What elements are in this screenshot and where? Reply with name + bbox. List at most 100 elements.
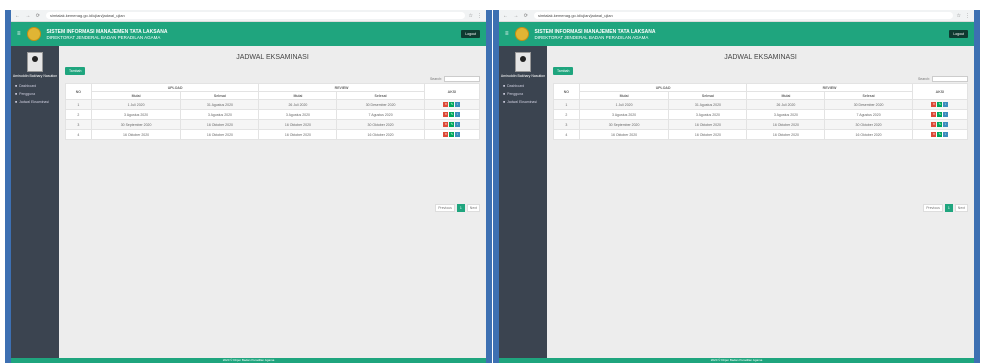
edit-button[interactable]: ✎ [449, 102, 455, 107]
col-no[interactable]: NO [553, 83, 580, 100]
view-button[interactable]: i [455, 112, 461, 117]
kemenag-logo [514, 27, 529, 41]
table-row: 4 16 Oktober 2020 16 Oktober 2020 16 Okt… [65, 129, 481, 140]
browser-toolbar: ← → ⟳ simtalak.kemenag.go.id/ujian/jadwa… [11, 10, 486, 22]
pagination-next[interactable]: Next [466, 204, 480, 212]
user-name: Amiruddin Bakhary Nasution [500, 74, 546, 78]
sidebar-item-jadwal[interactable]: ■ Jadwal Eksaminasi [11, 98, 59, 106]
edit-button[interactable]: ✎ [937, 122, 943, 127]
app-window: ← → ⟳ simtalak.kemenag.go.id/ujian/jadwa… [499, 10, 974, 363]
avatar [27, 52, 43, 72]
hamburger-icon[interactable]: ≡ [17, 31, 21, 37]
user-icon: ■ [15, 92, 18, 96]
nav-arrows-icon[interactable]: ← → ⟳ [503, 13, 530, 19]
star-icon[interactable]: ☆ [469, 13, 473, 19]
user-name: Amiruddin Bakhary Nasution [12, 74, 58, 78]
app-header: ≡ SISTEM INFORMASI MANAJEMEN TATA LAKSAN… [499, 22, 974, 46]
col-upload-mulai[interactable]: Mulai [578, 91, 670, 100]
sidebar-item-jadwal[interactable]: ■ Jadwal Eksaminasi [499, 98, 547, 106]
col-aksi: AKSI [911, 83, 969, 100]
table-row: 2 3 Agustus 2020 3 Agustus 2020 3 Agustu… [553, 109, 969, 120]
pagination-previous[interactable]: Previous [923, 204, 943, 212]
menu-dots-icon[interactable]: ⋮ [965, 13, 970, 19]
search-input[interactable] [444, 76, 480, 82]
delete-button[interactable]: ✕ [931, 112, 937, 117]
menu-dots-icon[interactable]: ⋮ [477, 13, 482, 19]
schedule-table: NO UPLOAD REVIEW AKSI Mulai Selesai Mula… [65, 83, 481, 140]
pagination: Previous 1 Next [435, 204, 480, 212]
browser-tools: ☆ ⋮ [957, 13, 970, 19]
pagination-previous[interactable]: Previous [435, 204, 455, 212]
view-button[interactable]: i [455, 122, 461, 127]
pagination-page[interactable]: 1 [456, 204, 465, 212]
col-review-mulai[interactable]: Mulai [746, 91, 826, 100]
sidebar-item-pengguna[interactable]: ■ Pengguna [499, 90, 547, 98]
dashboard-icon: ■ [15, 84, 18, 88]
sidebar-item-pengguna[interactable]: ■ Pengguna [11, 90, 59, 98]
col-review-selesai[interactable]: Selesai [336, 91, 425, 100]
star-icon[interactable]: ☆ [957, 13, 961, 19]
col-upload-selesai[interactable]: Selesai [180, 91, 260, 100]
delete-button[interactable]: ✕ [931, 122, 937, 127]
pagination-next[interactable]: Next [954, 204, 968, 212]
delete-button[interactable]: ✕ [931, 102, 937, 107]
search-area: Search: [430, 76, 480, 82]
view-button[interactable]: i [943, 112, 949, 117]
calendar-icon: ■ [503, 100, 506, 104]
calendar-icon: ■ [15, 100, 18, 104]
nav-arrows-icon[interactable]: ← → ⟳ [15, 13, 42, 19]
edit-button[interactable]: ✎ [937, 132, 943, 137]
address-bar[interactable]: simtalak.kemenag.go.id/ujian/jadwal_ujia… [45, 12, 465, 19]
logout-button[interactable]: Logout [949, 30, 968, 38]
delete-button[interactable]: ✕ [443, 102, 449, 107]
edit-button[interactable]: ✎ [449, 132, 455, 137]
pagination: Previous 1 Next [923, 204, 968, 212]
logout-button[interactable]: Logout [461, 30, 480, 38]
delete-button[interactable]: ✕ [443, 132, 449, 137]
main-content: JADWAL EKSAMINASI Tambah Search: NO UPLO… [59, 46, 486, 363]
table-row: 2 3 Agustus 2020 3 Agustus 2020 3 Agustu… [65, 109, 481, 120]
col-upload: UPLOAD [578, 83, 748, 92]
edit-button[interactable]: ✎ [449, 112, 455, 117]
hamburger-icon[interactable]: ≡ [505, 31, 509, 37]
view-button[interactable]: i [943, 122, 949, 127]
col-upload-mulai[interactable]: Mulai [90, 91, 182, 100]
view-button[interactable]: i [943, 102, 949, 107]
search-area: Search: [918, 76, 968, 82]
view-button[interactable]: i [455, 132, 461, 137]
sidebar-item-dashboard[interactable]: ■ Dashboard [499, 82, 547, 90]
table-row: 4 16 Oktober 2020 16 Oktober 2020 16 Okt… [553, 129, 969, 140]
page-title: JADWAL EKSAMINASI [724, 54, 797, 61]
app-header: ≡ SISTEM INFORMASI MANAJEMEN TATA LAKSAN… [11, 22, 486, 46]
edit-button[interactable]: ✎ [937, 112, 943, 117]
table-row: 1 1 Juli 2020 31 Agustus 2020 26 Juli 20… [65, 99, 481, 110]
pagination-page[interactable]: 1 [944, 204, 953, 212]
edit-button[interactable]: ✎ [937, 102, 943, 107]
edit-button[interactable]: ✎ [449, 122, 455, 127]
sidebar: Amiruddin Bakhary Nasution ■ Dashboard ■ P… [11, 46, 59, 363]
col-review-selesai[interactable]: Selesai [824, 91, 913, 100]
view-button[interactable]: i [455, 102, 461, 107]
page-title: JADWAL EKSAMINASI [236, 54, 309, 61]
footer: 2020 © Dirjen Badan Peradilan Agama [11, 358, 486, 363]
browser-tools: ☆ ⋮ [469, 13, 482, 19]
col-review: REVIEW [258, 83, 425, 92]
browser-toolbar: ← → ⟳ simtalak.kemenag.go.id/ujian/jadwa… [499, 10, 974, 22]
col-aksi: AKSI [423, 83, 481, 100]
kemenag-logo [26, 27, 41, 41]
col-review-mulai[interactable]: Mulai [258, 91, 338, 100]
add-button[interactable]: Tambah [65, 67, 86, 75]
delete-button[interactable]: ✕ [443, 112, 449, 117]
col-no[interactable]: NO [65, 83, 92, 100]
app-subtitle: DIREKTORAT JENDERAL BADAN PERADILAN AGAM… [46, 34, 161, 40]
delete-button[interactable]: ✕ [931, 132, 937, 137]
add-button[interactable]: Tambah [553, 67, 574, 75]
col-upload-selesai[interactable]: Selesai [668, 91, 748, 100]
delete-button[interactable]: ✕ [443, 122, 449, 127]
sidebar-item-dashboard[interactable]: ■ Dashboard [11, 82, 59, 90]
view-button[interactable]: i [943, 132, 949, 137]
main-content: JADWAL EKSAMINASI Tambah Search: NO UPLO… [547, 46, 974, 363]
search-input[interactable] [932, 76, 968, 82]
sidebar: Amiruddin Bakhary Nasution ■ Dashboard ■ P… [499, 46, 547, 363]
address-bar[interactable]: simtalak.kemenag.go.id/ujian/jadwal_ujia… [533, 12, 953, 19]
